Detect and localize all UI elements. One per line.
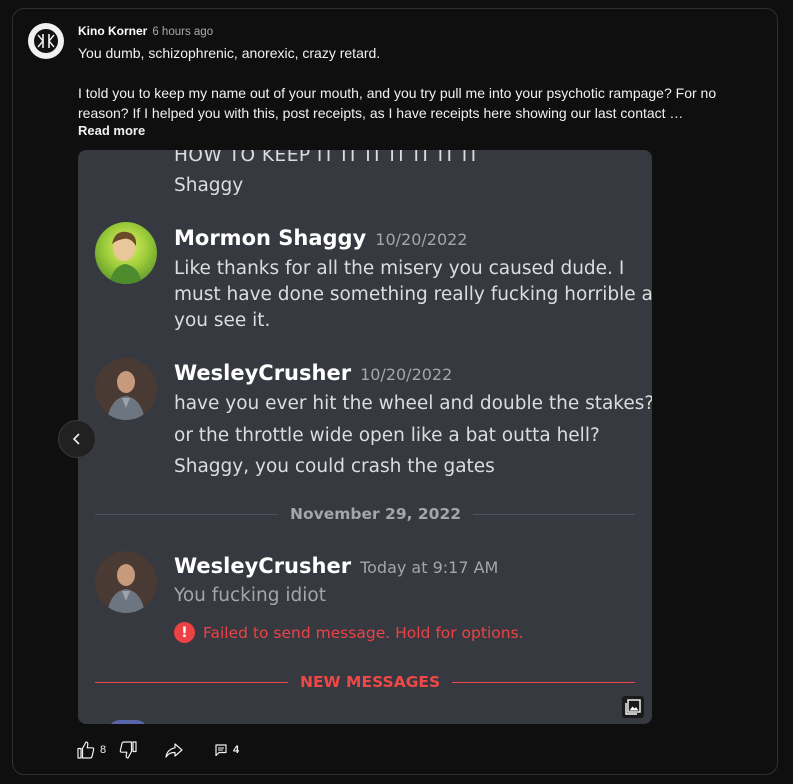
msg2-header: WesleyCrusher 10/20/2022	[174, 361, 452, 385]
mormon-shaggy-avatar	[95, 222, 157, 284]
cut-off-text: HOW TO KEEP IT IT IT IT IT IT IT	[174, 150, 480, 166]
msg1-line-3: you see it.	[174, 310, 271, 331]
thumbs-down-icon	[119, 741, 137, 759]
msg2-line-1: have you ever hit the wheel and double t…	[174, 393, 652, 414]
date-divider-label: November 29, 2022	[278, 505, 474, 523]
wesleycrusher-avatar-1	[95, 358, 157, 420]
thumbs-up-icon	[77, 741, 95, 759]
replies-button[interactable]: 4	[214, 738, 239, 762]
attached-image[interactable]: HOW TO KEEP IT IT IT IT IT IT IT Shaggy …	[78, 150, 652, 724]
gallery-button[interactable]	[622, 696, 644, 718]
comment-line-1: You dumb, schizophrenic, anorexic, crazy…	[78, 45, 381, 61]
shaggy-signoff: Shaggy	[174, 175, 244, 196]
share-icon	[165, 743, 183, 758]
kino-korner-logo-icon	[34, 29, 58, 53]
msg1-header: Mormon Shaggy 10/20/2022	[174, 226, 467, 250]
msg1-line-1: Like thanks for all the misery you cause…	[174, 258, 625, 279]
msg3-author: WesleyCrusher	[174, 554, 352, 578]
previous-image-button[interactable]	[58, 420, 96, 458]
msg2-line-2: or the throttle wide open like a bat out…	[174, 425, 600, 446]
like-button[interactable]: 8	[76, 738, 106, 762]
cut-off-avatar	[108, 720, 148, 724]
msg3-header: WesleyCrusher Today at 9:17 AM	[174, 554, 498, 578]
new-messages-label: NEW MESSAGES	[288, 673, 453, 691]
msg1-date: 10/20/2022	[375, 230, 468, 249]
comment-time[interactable]: 6 hours ago	[152, 26, 213, 38]
error-icon: !	[174, 622, 195, 643]
comment-paragraph-2: I told you to keep my name out of your m…	[78, 85, 717, 121]
msg3-date: Today at 9:17 AM	[360, 558, 499, 577]
msg2-date: 10/20/2022	[360, 365, 453, 384]
comment-text: You dumb, schizophrenic, anorexic, crazy…	[78, 43, 718, 123]
chevron-left-icon	[72, 433, 80, 445]
share-button[interactable]	[164, 738, 184, 762]
author-name[interactable]: Kino Korner	[78, 24, 147, 38]
read-more-button[interactable]: Read more	[78, 123, 145, 138]
gallery-icon	[625, 699, 641, 715]
msg1-author: Mormon Shaggy	[174, 226, 367, 250]
msg2-author: WesleyCrusher	[174, 361, 352, 385]
comment-actions: 8 4	[76, 738, 376, 762]
comment-icon	[215, 744, 227, 757]
reply-count: 4	[233, 744, 240, 756]
msg3-text: You fucking idiot	[174, 585, 326, 606]
like-count: 8	[100, 744, 107, 756]
cartoon-face-icon	[109, 231, 142, 284]
failed-message-error: Failed to send message. Hold for options…	[203, 624, 524, 642]
wesleycrusher-avatar-2	[95, 551, 157, 613]
channel-avatar[interactable]	[28, 23, 64, 59]
msg1-line-2: must have done something really fucking …	[174, 284, 652, 305]
comment-header: Kino Korner 6 hours ago	[78, 24, 213, 38]
person-photo-icon	[95, 551, 157, 613]
person-photo-icon	[95, 358, 157, 420]
msg2-line-3: Shaggy, you could crash the gates	[174, 456, 495, 477]
dislike-button[interactable]	[118, 738, 138, 762]
